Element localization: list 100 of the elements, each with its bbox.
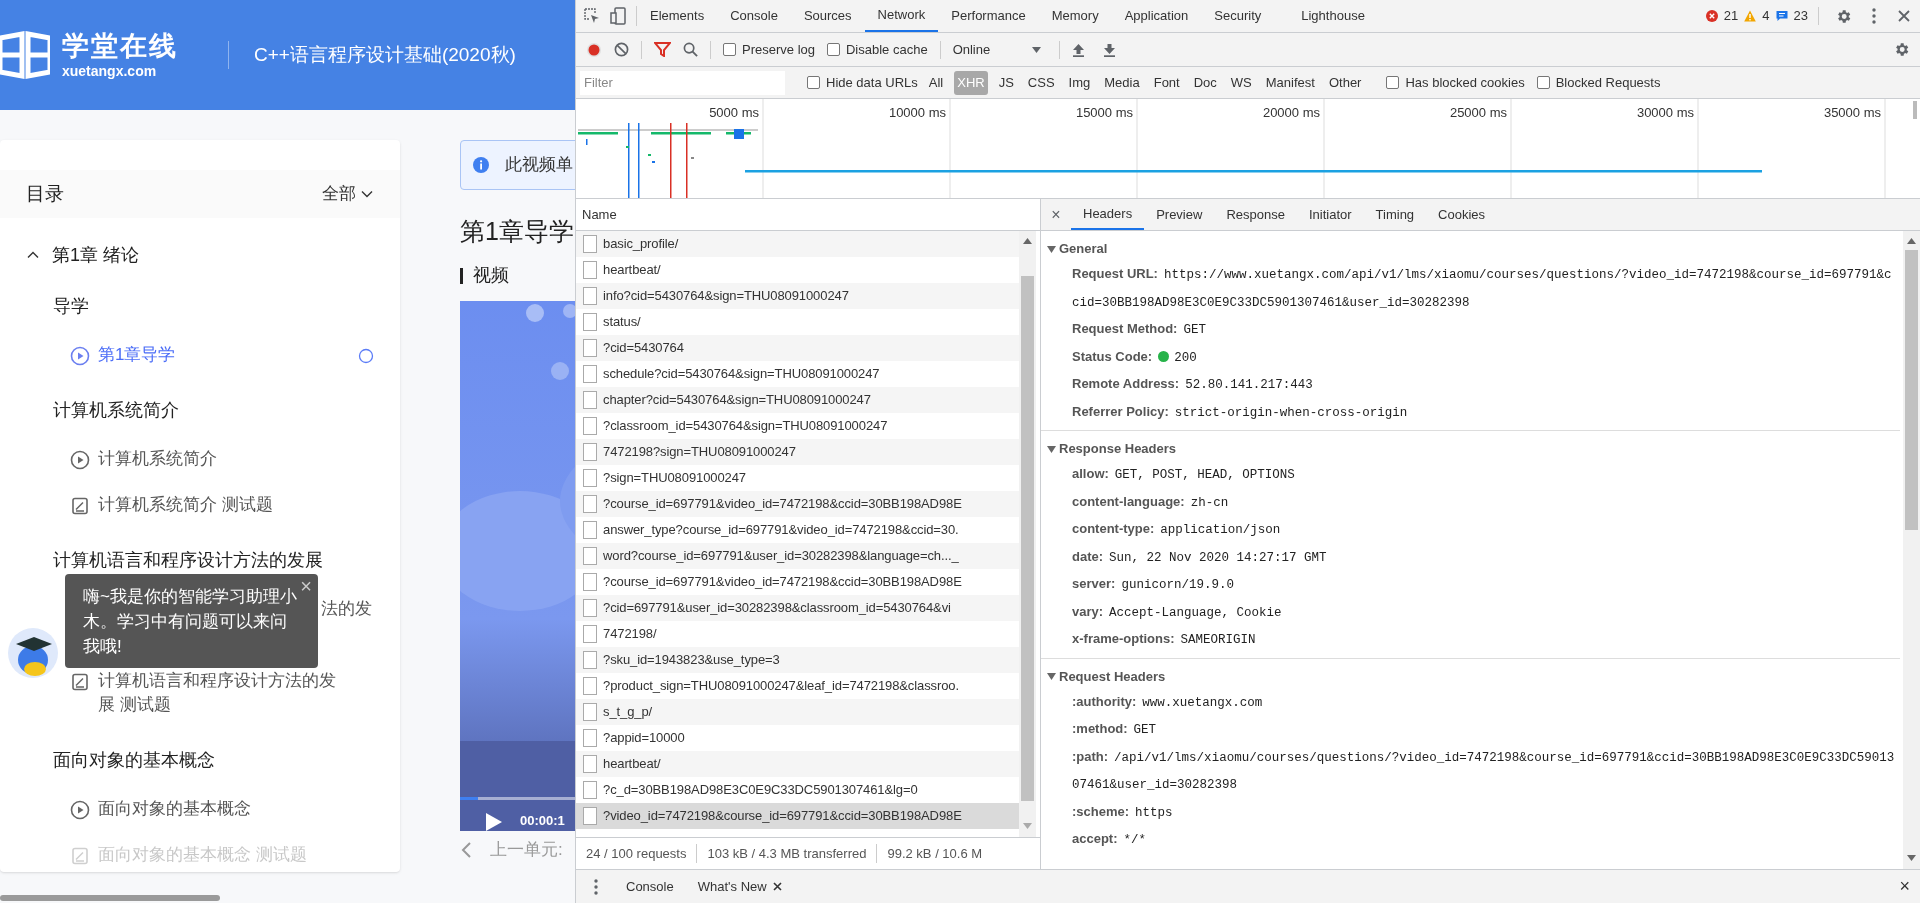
disable-cache-checkbox[interactable]: Disable cache (827, 39, 928, 60)
request-row[interactable]: ?course_id=697791&video_id=7472198&ccid=30BB198AD98E (576, 491, 1019, 517)
drawer-tab[interactable]: What's New (685, 876, 794, 897)
blocked-cookies-checkbox[interactable]: Has blocked cookies (1386, 72, 1525, 93)
document-icon (583, 469, 597, 487)
settings-icon[interactable] (1835, 7, 1852, 25)
edit-document-icon (70, 496, 90, 516)
more-options-icon[interactable] (594, 878, 598, 895)
dropdown-arrow-icon (1031, 46, 1041, 53)
request-row[interactable]: basic_profile/ (576, 231, 1019, 257)
request-row[interactable]: ?cid=5430764 (576, 335, 1019, 361)
request-row[interactable]: word?course_id=697791&user_id=30282398&language=ch..._ (576, 543, 1019, 569)
drawer-tab[interactable]: Console (614, 876, 686, 897)
preserve-log-checkbox[interactable]: Preserve log (723, 39, 815, 60)
request-row[interactable]: ?cid=697791&user_id=30282398&classroom_id=5430764&vi (576, 595, 1019, 621)
filter-dropdown[interactable]: 全部 (322, 181, 374, 207)
search-icon[interactable] (683, 42, 698, 57)
status-summary: 99.2 kB / 10.6 M (876, 843, 993, 864)
vertical-scrollbar[interactable] (1019, 231, 1036, 837)
triangle-down-icon (1047, 244, 1056, 254)
lesson-item[interactable]: 第1章导学 (0, 332, 400, 378)
request-row[interactable]: 7472198?sign=THU08091000247 (576, 439, 1019, 465)
document-icon (583, 781, 597, 799)
lesson-item[interactable]: 面向对象的基本概念 (0, 786, 400, 832)
vertical-scrollbar[interactable] (1903, 231, 1920, 869)
tick-label: 35000 ms (1823, 105, 1881, 120)
scroll-up-icon[interactable] (1907, 238, 1916, 244)
record-icon[interactable] (586, 41, 602, 58)
panel-tab[interactable]: Sources (790, 0, 865, 32)
type-filter-button[interactable]: Doc (1190, 70, 1220, 95)
scroll-down-icon[interactable] (1907, 855, 1916, 861)
request-row[interactable]: heartbeat/ (576, 751, 1019, 777)
type-filter-button[interactable]: Other (1325, 70, 1365, 95)
detail-tab[interactable]: Preview (1144, 199, 1215, 230)
lesson-item[interactable]: 计算机系统简介 (0, 436, 400, 482)
panel-tab[interactable]: Console (717, 0, 791, 32)
lesson-item[interactable]: 计算机系统简介 测试题 (0, 482, 400, 528)
panel-tab[interactable]: Elements (637, 0, 718, 32)
tick-label: 15000 ms (1075, 105, 1133, 120)
panel-tab[interactable]: Lighthouse (1288, 0, 1378, 32)
filter-icon[interactable] (654, 42, 671, 57)
type-filter-button[interactable]: Font (1150, 70, 1183, 95)
scroll-up-icon[interactable] (1023, 238, 1032, 244)
panel-tab[interactable]: Security (1201, 0, 1275, 32)
request-row[interactable]: ?video_id=7472198&course_id=697791&ccid=30BB198AD98E (576, 803, 1019, 829)
close-button[interactable]: × (300, 576, 312, 596)
lesson-item[interactable]: 计算机语言和程序设计方法的发展 测试题 (0, 658, 400, 728)
download-icon[interactable] (1102, 42, 1116, 57)
more-options-icon[interactable] (1872, 8, 1876, 24)
chevron-left-icon[interactable] (460, 840, 474, 859)
blocked-requests-checkbox[interactable]: Blocked Requests (1536, 72, 1661, 93)
header-row-text: :scheme: https (1071, 802, 1174, 822)
type-filter-button[interactable]: CSS (1024, 70, 1058, 95)
type-filter-button[interactable]: WS (1227, 70, 1255, 95)
column-header[interactable]: Name (582, 204, 617, 225)
close-icon[interactable] (1898, 10, 1910, 22)
type-filter-button[interactable]: All (925, 70, 947, 95)
clear-icon[interactable] (614, 42, 629, 57)
play-icon[interactable] (484, 813, 502, 831)
section-header[interactable]: Response Headers (1041, 437, 1900, 461)
type-filter-button[interactable]: JS (995, 70, 1017, 95)
panel-tab[interactable]: Memory (1038, 0, 1112, 32)
panel-tab[interactable]: Application (1111, 0, 1202, 32)
document-icon (583, 235, 597, 253)
inspect-element-icon[interactable] (584, 8, 600, 24)
section-header[interactable]: General (1041, 237, 1900, 261)
type-filter-button[interactable]: Img (1065, 70, 1094, 95)
horizontal-scrollbar[interactable] (0, 895, 220, 901)
hide-data-urls-checkbox[interactable]: Hide data URLs (807, 72, 918, 93)
detail-tab[interactable]: Response (1214, 199, 1297, 230)
throttling-select[interactable]: Online (952, 39, 1041, 60)
type-filter-button[interactable]: Media (1101, 70, 1143, 95)
request-row[interactable]: ?sku_id=1943823&use_type=3 (576, 647, 1019, 673)
warning-count: 4 (1762, 7, 1770, 26)
progress-ring-icon (358, 348, 374, 364)
document-icon (583, 339, 597, 357)
document-icon (583, 755, 597, 773)
detail-tab[interactable]: Initiator (1296, 199, 1364, 230)
request-row[interactable]: s_t_g_p/ (576, 699, 1019, 725)
upload-icon[interactable] (1071, 42, 1085, 57)
header-row-text: content-language: zh-cn (1071, 492, 1230, 512)
close-icon[interactable] (772, 882, 782, 891)
device-toggle-icon[interactable] (610, 7, 626, 25)
sidebar-title: 目录 (26, 181, 64, 206)
detail-tab[interactable]: Headers (1071, 199, 1145, 230)
settings-icon[interactable] (1893, 41, 1910, 58)
chapter-item[interactable]: 第1章 绪论 (0, 230, 400, 280)
request-row[interactable]: chapter?cid=5430764&sign=THU08091000247 (576, 387, 1019, 413)
section-header[interactable]: Request Headers (1041, 664, 1900, 689)
close-button[interactable]: × (1899, 873, 1910, 900)
panel-tab[interactable]: Performance (938, 0, 1039, 32)
request-row[interactable]: info?cid=5430764&sign=THU08091000247 (576, 283, 1019, 309)
type-filter-button[interactable]: Manifest (1262, 70, 1318, 95)
header-row-text: :authority: www.xuetangx.com (1071, 692, 1264, 712)
detail-tab[interactable]: Timing (1363, 199, 1427, 230)
close-button[interactable]: × (1041, 199, 1071, 230)
filter-field[interactable]: Filter (580, 70, 785, 95)
detail-tab[interactable]: Cookies (1426, 199, 1498, 230)
document-icon (583, 365, 597, 383)
tick-label: 10000 ms (888, 105, 946, 120)
